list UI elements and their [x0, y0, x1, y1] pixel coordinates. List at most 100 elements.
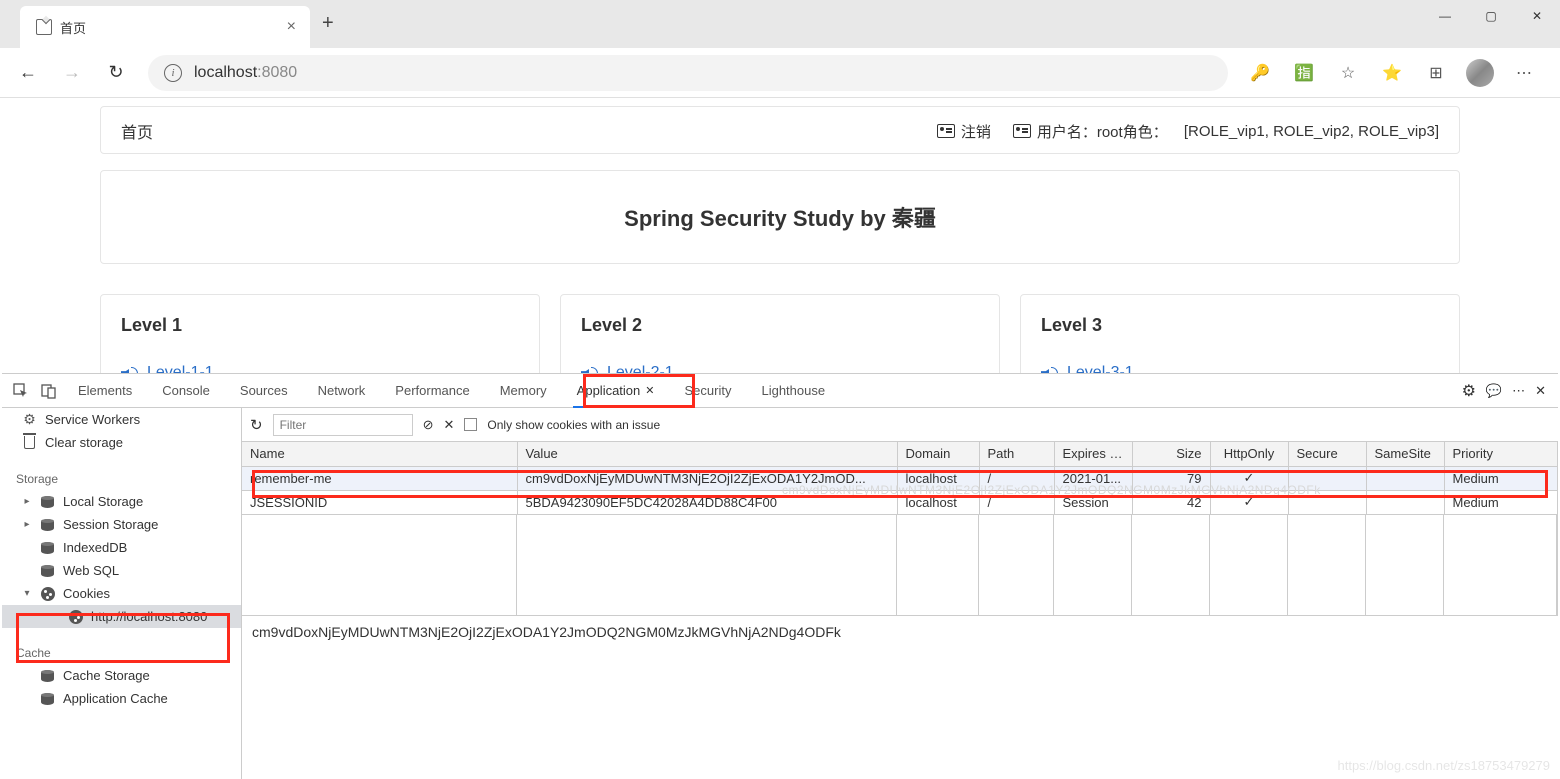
cookie-cell-priority: Medium — [1444, 466, 1558, 490]
devtools-tab-application[interactable]: Application✕ — [563, 374, 669, 407]
page-title-banner: Spring Security Study by 秦疆 — [100, 170, 1460, 264]
watermark: https://blog.csdn.net/zs18753479279 — [1338, 758, 1551, 773]
sidebar-item[interactable]: ▸Local Storage — [2, 490, 241, 513]
sidebar-item[interactable]: ▸Session Storage — [2, 513, 241, 536]
url-text: localhost:8080 — [194, 64, 297, 82]
favorite-icon[interactable]: ☆ — [1328, 53, 1368, 93]
sidebar-item[interactable]: Cache Storage — [2, 664, 241, 687]
site-info-icon[interactable]: i — [164, 64, 182, 82]
level-cards: Level 1Level-1-1Level-1-2Level 2Level-2-… — [100, 294, 1460, 373]
storage-heading: Storage — [2, 464, 241, 490]
cookie-cell-priority: Medium — [1444, 490, 1558, 514]
user-info: 用户名：root角色： [ROLE_vip1, ROLE_vip2, ROLE_… — [1013, 121, 1439, 142]
db-icon — [40, 691, 55, 706]
column-header[interactable]: HttpOnly — [1210, 442, 1288, 466]
cookies-table[interactable]: NameValueDomainPathExpires / ...SizeHttp… — [242, 442, 1558, 515]
column-header[interactable]: Expires / ... — [1054, 442, 1132, 466]
devtools-tab-lighthouse[interactable]: Lighthouse — [747, 374, 839, 407]
devtools-tab-security[interactable]: Security — [671, 374, 746, 407]
sidebar-item[interactable]: http://localhost:8080 — [2, 605, 241, 628]
sidebar-item[interactable]: Web SQL — [2, 559, 241, 582]
password-icon[interactable]: 🔑 — [1240, 53, 1280, 93]
column-header[interactable]: SameSite — [1366, 442, 1444, 466]
devtools-tab-performance[interactable]: Performance — [381, 374, 483, 407]
collections-icon[interactable]: ⊞ — [1416, 53, 1456, 93]
devtools-tab-network[interactable]: Network — [304, 374, 380, 407]
level-title: Level 2 — [581, 315, 979, 336]
refresh-icon[interactable]: ↻ — [250, 416, 263, 434]
megaphone-icon — [581, 366, 599, 373]
only-issues-checkbox[interactable] — [464, 418, 477, 431]
devtools-panel: ElementsConsoleSourcesNetworkPerformance… — [2, 373, 1558, 779]
id-card-icon — [1013, 124, 1031, 138]
sidebar-item[interactable]: Application Cache — [2, 687, 241, 710]
sidebar-item[interactable]: ▾Cookies — [2, 582, 241, 605]
home-link[interactable]: 首页 — [121, 119, 153, 143]
sidebar-item[interactable]: Clear storage — [2, 431, 241, 454]
maximize-button[interactable]: ▢ — [1468, 0, 1514, 32]
sidebar-item[interactable]: ⚙Service Workers — [2, 408, 241, 431]
devtools-tab-console[interactable]: Console — [148, 374, 224, 407]
id-card-icon — [937, 124, 955, 138]
menu-icon[interactable]: ⋯ — [1504, 53, 1544, 93]
devtools-tab-sources[interactable]: Sources — [226, 374, 302, 407]
browser-tab[interactable]: 首页 × — [20, 6, 310, 48]
megaphone-icon — [1041, 366, 1059, 373]
column-header[interactable]: Priority — [1444, 442, 1558, 466]
close-tab-icon[interactable]: × — [283, 18, 300, 36]
devtools-settings-icon[interactable]: ⚙ — [1462, 381, 1476, 401]
only-issues-label: Only show cookies with an issue — [487, 418, 660, 432]
device-icon[interactable] — [36, 378, 62, 404]
new-tab-button[interactable]: + — [310, 0, 346, 35]
devtools-close-icon[interactable]: ✕ — [1535, 383, 1546, 399]
level-title: Level 3 — [1041, 315, 1439, 336]
devtools-feedback-icon[interactable]: 💬 — [1486, 383, 1502, 399]
gear-icon: ⚙ — [22, 412, 37, 427]
db-icon — [40, 668, 55, 683]
column-header[interactable]: Secure — [1288, 442, 1366, 466]
sidebar-item[interactable]: IndexedDB — [2, 536, 241, 559]
column-header[interactable]: Path — [979, 442, 1054, 466]
devtools-more-icon[interactable]: ⋯ — [1512, 383, 1525, 399]
level-card: Level 1Level-1-1Level-1-2 — [100, 294, 540, 373]
column-header[interactable]: Domain — [897, 442, 979, 466]
cookie-detail: cm9vdDoxNjEyMDUwNTM3NjE2OjI2ZjExODA1Y2Jm… — [242, 615, 1558, 648]
level-link[interactable]: Level-2-1 — [581, 364, 979, 373]
reload-button[interactable]: ↻ — [96, 53, 136, 93]
favorites-list-icon[interactable]: ⭐ — [1372, 53, 1412, 93]
cache-heading: Cache — [2, 638, 241, 664]
minimize-button[interactable]: — — [1422, 0, 1468, 32]
forward-button[interactable]: → — [52, 53, 92, 93]
cookie-cell-name: remember-me — [242, 466, 517, 490]
db-icon — [40, 517, 55, 532]
profile-avatar[interactable] — [1460, 53, 1500, 93]
column-header[interactable]: Name — [242, 442, 517, 466]
column-header[interactable]: Value — [517, 442, 897, 466]
back-button[interactable]: ← — [8, 53, 48, 93]
address-bar[interactable]: i localhost:8080 — [148, 55, 1228, 91]
page-icon — [36, 19, 52, 35]
column-header[interactable]: Size — [1132, 442, 1210, 466]
cookie-cell-samesite — [1366, 490, 1444, 514]
devtools-tab-elements[interactable]: Elements — [64, 374, 146, 407]
level-link[interactable]: Level-3-1 — [1041, 364, 1439, 373]
close-window-button[interactable]: ✕ — [1514, 0, 1560, 32]
filter-input[interactable] — [273, 414, 413, 436]
block-icon[interactable]: ⊘ — [423, 417, 434, 433]
cookie-icon — [68, 609, 83, 624]
translate-icon[interactable]: 🈯 — [1284, 53, 1324, 93]
inspect-icon[interactable] — [8, 378, 34, 404]
level-title: Level 1 — [121, 315, 519, 336]
trash-icon — [22, 435, 37, 450]
close-tab-icon[interactable]: ✕ — [645, 384, 654, 397]
devtools-tab-memory[interactable]: Memory — [486, 374, 561, 407]
browser-toolbar: ← → ↻ i localhost:8080 🔑 🈯 ☆ ⭐ ⊞ ⋯ — [0, 48, 1560, 98]
db-icon — [40, 540, 55, 555]
clear-icon[interactable]: ✕ — [443, 417, 454, 433]
window-titlebar: 首页 × + — ▢ ✕ — [0, 0, 1560, 48]
level-link[interactable]: Level-1-1 — [121, 364, 519, 373]
cookie-cell-samesite — [1366, 466, 1444, 490]
logout-link[interactable]: 注销 — [937, 121, 991, 142]
ghost-overlay-text: cm9vdDoxNjEyMDUwNTM3NjE2OjI2ZjExODA1Y2Jm… — [782, 483, 1321, 497]
level-card: Level 3Level-3-1Level-3-2 — [1020, 294, 1460, 373]
